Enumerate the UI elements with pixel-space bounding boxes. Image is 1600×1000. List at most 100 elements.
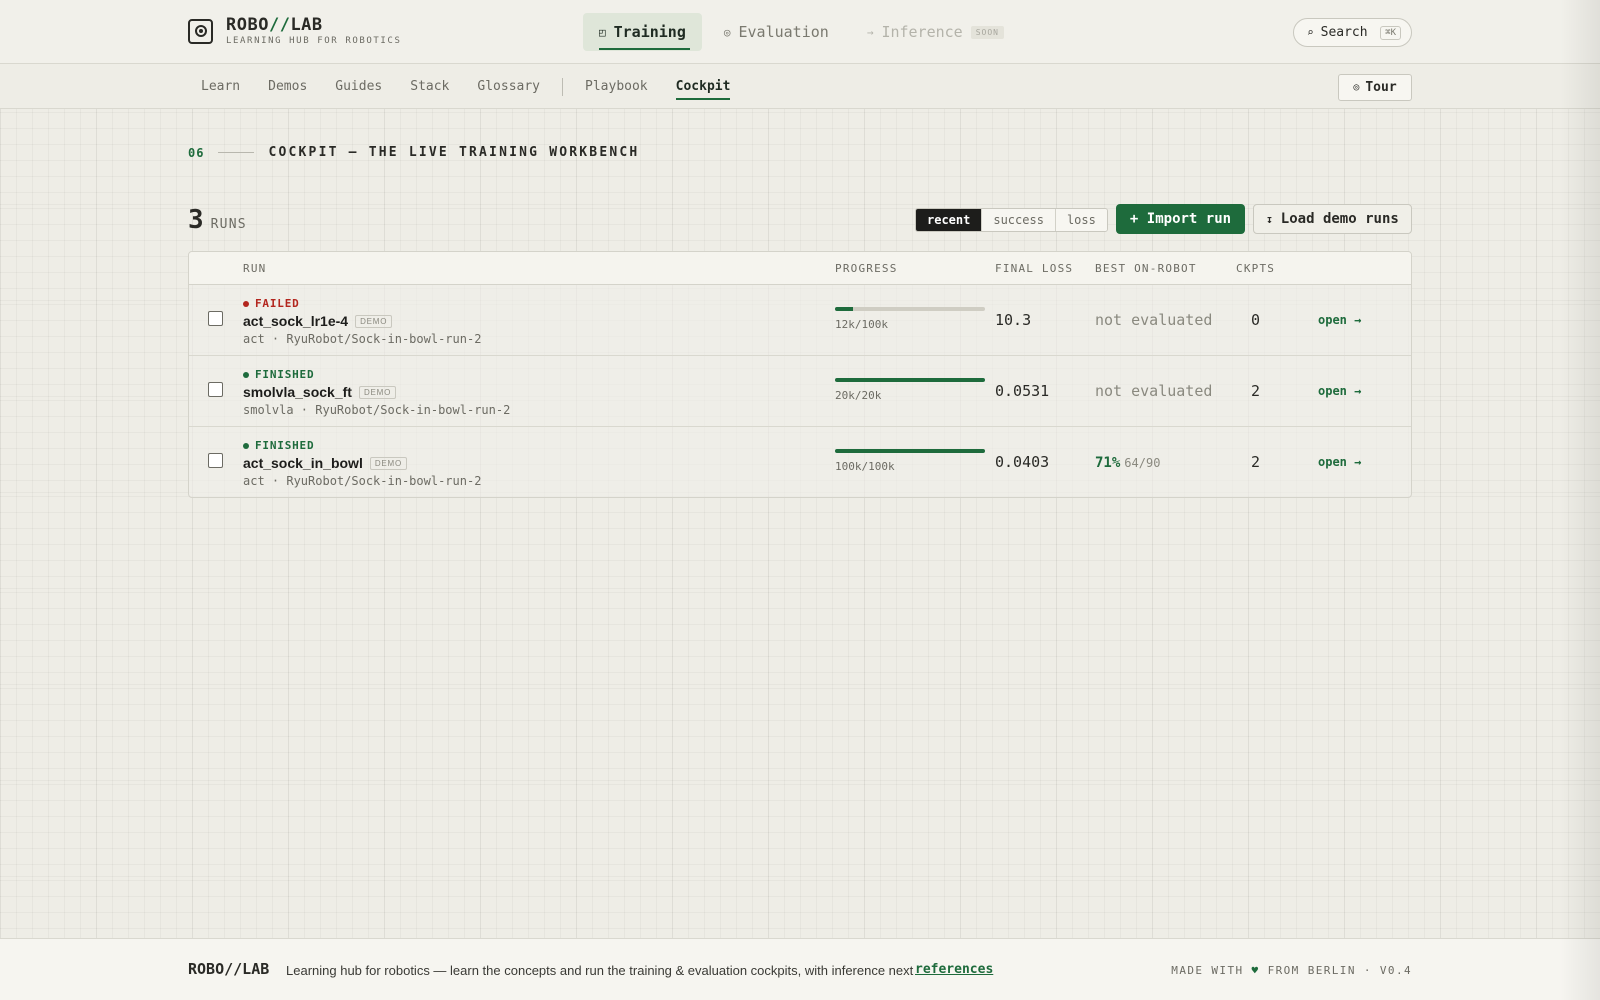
download-icon: ↧	[1266, 212, 1273, 226]
table-row[interactable]: FINISHED act_sock_in_bowl DEMO act · RyuR…	[189, 427, 1411, 497]
search-button[interactable]: ⌕ Search ⌘K	[1293, 18, 1412, 47]
best-on-robot: not evaluated	[1095, 382, 1213, 400]
runs-table: RUN PROGRESS FINAL LOSS BEST ON-ROBOT CK…	[188, 251, 1412, 498]
training-icon: ◰	[599, 25, 606, 39]
subnav-learn[interactable]: Learn	[201, 64, 240, 109]
status-dot	[243, 442, 249, 449]
run-name: act_sock_in_bowl DEMO	[243, 455, 408, 471]
runs-count-number: 3	[188, 205, 204, 235]
best-on-robot: 71% 64/90	[1095, 455, 1161, 471]
tour-button[interactable]: ◎ Tour	[1338, 74, 1412, 101]
brand-tagline: LEARNING HUB FOR ROBOTICS	[226, 36, 402, 46]
progress-bar	[835, 449, 985, 453]
search-shortcut: ⌘K	[1380, 25, 1401, 40]
ckpts-count: 2	[1251, 382, 1261, 400]
progress-label: 100k/100k	[835, 460, 895, 473]
tour-icon: ◎	[1353, 82, 1360, 93]
subnav-cockpit[interactable]: Cockpit	[675, 64, 730, 109]
brand[interactable]: ROBO//LAB LEARNING HUB FOR ROBOTICS	[188, 16, 401, 46]
table-row[interactable]: FAILED act_sock_lr1e-4 DEMO act · RyuRobo…	[189, 285, 1411, 356]
subnav-divider	[562, 77, 564, 96]
row-checkbox[interactable]	[208, 311, 223, 326]
sort-success[interactable]: success	[981, 209, 1055, 231]
open-run-link[interactable]: open →	[1318, 313, 1361, 327]
subnav-guides[interactable]: Guides	[335, 64, 382, 109]
run-name: smolvla_sock_ft DEMO	[243, 384, 397, 400]
header-final-loss: FINAL LOSS	[995, 262, 1074, 275]
sub-nav: Learn Demos Guides Stack Glossary Playbo…	[0, 64, 1600, 109]
open-run-link[interactable]: open →	[1318, 384, 1361, 398]
sort-recent[interactable]: recent	[916, 209, 982, 231]
final-loss: 0.0531	[995, 382, 1050, 400]
section-title: COCKPIT — THE LIVE TRAINING WORKBENCH	[268, 145, 640, 160]
progress: 12k/100k	[835, 307, 985, 331]
run-subtitle: act · RyuRobot/Sock-in-bowl-run-2	[243, 474, 482, 488]
best-on-robot: not evaluated	[1095, 311, 1213, 329]
header-progress: PROGRESS	[835, 262, 898, 275]
status-badge: FINISHED	[243, 368, 314, 381]
demo-badge: DEMO	[355, 314, 393, 328]
runs-count: 3 RUNS	[188, 205, 247, 235]
import-run-button[interactable]: + Import run	[1116, 204, 1245, 234]
subnav-stack[interactable]: Stack	[410, 64, 449, 109]
tab-training[interactable]: ◰ Training	[583, 13, 702, 51]
footer-description: Learning hub for robotics — learn the co…	[286, 963, 914, 978]
brand-logo-icon	[188, 18, 213, 44]
sort-loss[interactable]: loss	[1054, 209, 1107, 231]
subnav-playbook[interactable]: Playbook	[585, 64, 648, 109]
references-link[interactable]: references	[915, 962, 993, 977]
final-loss: 0.0403	[995, 453, 1050, 471]
header-run: RUN	[243, 262, 267, 275]
brand-name: ROBO//LAB	[226, 15, 323, 35]
subnav-demos[interactable]: Demos	[268, 64, 307, 109]
row-checkbox[interactable]	[208, 382, 223, 397]
header-ckpts: CKPTS	[1236, 262, 1276, 275]
final-loss: 10.3	[995, 311, 1032, 329]
tab-inference[interactable]: → Inference SOON	[851, 13, 1020, 51]
run-name: act_sock_lr1e-4 DEMO	[243, 313, 393, 329]
load-demo-runs-button[interactable]: ↧ Load demo runs	[1253, 204, 1412, 234]
table-header: RUN PROGRESS FINAL LOSS BEST ON-ROBOT CK…	[189, 252, 1411, 285]
table-row[interactable]: FINISHED smolvla_sock_ft DEMO smolvla · R…	[189, 356, 1411, 427]
subnav-glossary[interactable]: Glossary	[477, 64, 540, 109]
run-subtitle: act · RyuRobot/Sock-in-bowl-run-2	[243, 332, 482, 346]
open-run-link[interactable]: open →	[1318, 455, 1361, 469]
status-dot	[243, 371, 249, 378]
status-badge: FAILED	[243, 297, 300, 310]
tab-evaluation[interactable]: ◎ Evaluation	[708, 13, 845, 51]
footer: ROBO//LAB Learning hub for robotics — le…	[0, 938, 1600, 1000]
heart-icon: ♥	[1251, 964, 1260, 977]
progress-bar	[835, 378, 985, 382]
section-heading: 06 COCKPIT — THE LIVE TRAINING WORKBENCH	[188, 145, 639, 160]
ckpts-count: 0	[1251, 311, 1261, 329]
progress-label: 12k/100k	[835, 318, 888, 331]
ckpts-count: 2	[1251, 453, 1261, 471]
status-dot	[243, 300, 249, 307]
progress: 20k/20k	[835, 378, 985, 402]
arrow-icon: →	[866, 25, 874, 39]
footer-credit: MADE WITH ♥ FROM BERLIN · V0.4	[1171, 964, 1412, 977]
progress-fill	[835, 378, 985, 382]
progress: 100k/100k	[835, 449, 985, 473]
footer-brand: ROBO//LAB	[188, 960, 270, 978]
progress-label: 20k/20k	[835, 389, 882, 402]
progress-fill	[835, 307, 853, 311]
demo-badge: DEMO	[358, 385, 397, 399]
run-subtitle: smolvla · RyuRobot/Sock-in-bowl-run-2	[243, 403, 511, 417]
section-rule	[218, 152, 255, 153]
sort-toggle: recent success loss	[915, 208, 1108, 232]
runs-count-label: RUNS	[210, 217, 247, 232]
search-icon: ⌕	[1307, 26, 1314, 39]
top-bar: ROBO//LAB LEARNING HUB FOR ROBOTICS ◰ Tr…	[0, 0, 1600, 64]
section-number: 06	[188, 145, 205, 160]
demo-badge: DEMO	[369, 456, 408, 470]
header-best-on-robot: BEST ON-ROBOT	[1095, 262, 1197, 275]
progress-fill	[835, 449, 985, 453]
evaluation-icon: ◎	[723, 25, 731, 39]
progress-bar	[835, 307, 985, 311]
row-checkbox[interactable]	[208, 453, 223, 468]
status-badge: FINISHED	[243, 439, 314, 452]
mode-tabs: ◰ Training ◎ Evaluation → Inference SOON	[583, 13, 1020, 51]
right-edge-shade	[1560, 0, 1600, 1000]
soon-badge: SOON	[970, 25, 1004, 39]
